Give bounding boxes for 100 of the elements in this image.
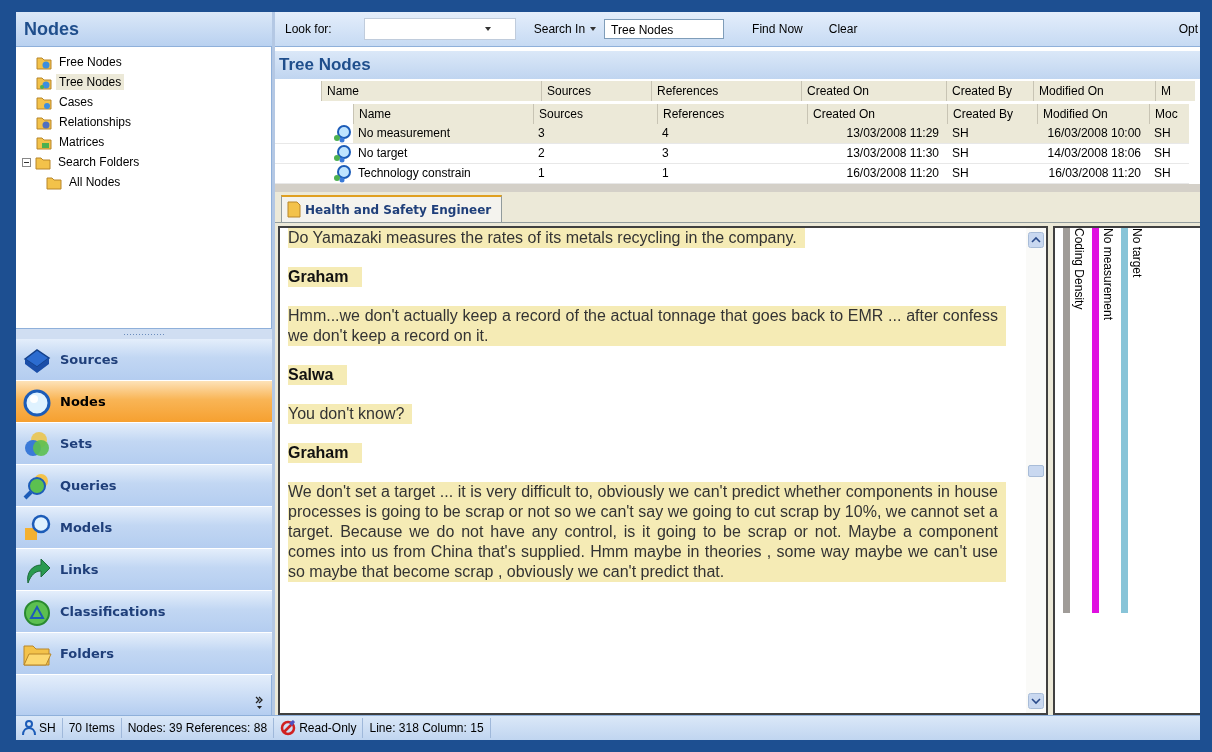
- table-row[interactable]: Technology constrain 1 1 16/03/2008 11:20 SH 16/03/2008 11:20 SH: [275, 164, 1200, 184]
- list-title: Tree Nodes: [275, 51, 1200, 79]
- table-cell: 2: [533, 144, 657, 164]
- column-header[interactable]: References: [651, 81, 801, 101]
- scope-field[interactable]: Tree Nodes: [604, 19, 725, 39]
- table-cell: SH: [1149, 144, 1189, 164]
- tree-item[interactable]: All Nodes: [66, 174, 124, 190]
- toolbar-button[interactable]: Clear: [828, 22, 858, 36]
- speaker-name: Graham: [288, 443, 363, 463]
- tree-item[interactable]: Free Nodes: [56, 54, 125, 70]
- scroll-thumb[interactable]: [1028, 464, 1044, 477]
- column-header[interactable]: Sources: [533, 104, 657, 124]
- shapes-icon: [22, 512, 52, 543]
- toolbar-button[interactable]: Opt: [1178, 22, 1200, 36]
- speaker-name: Graham: [288, 267, 363, 287]
- no-edit-icon: [280, 720, 297, 736]
- table-cell: SH: [947, 124, 1037, 144]
- user-name: SH: [39, 721, 56, 735]
- stripe-label: No target: [1129, 228, 1144, 280]
- nav-button[interactable]: Sources: [16, 339, 272, 381]
- tree-item[interactable]: Search Folders: [55, 154, 143, 170]
- transcript-text: You don't know?: [288, 404, 413, 424]
- coding-stripe[interactable]: [1063, 228, 1070, 613]
- scroll-down-icon[interactable]: [1028, 693, 1044, 709]
- table-row[interactable]: No measurement 3 4 13/03/2008 11:29 SH 16/03/2008 10:00 SH: [275, 124, 1200, 144]
- tree-item[interactable]: Matrices: [56, 134, 108, 150]
- table-cell: 3: [657, 144, 807, 164]
- tree-item[interactable]: Relationships: [56, 114, 135, 130]
- scroll-up-icon[interactable]: [1028, 232, 1044, 248]
- cursor-position: Line: 318 Column: 15: [369, 721, 484, 735]
- table-cell: Technology constrain: [353, 164, 533, 184]
- table-cell: SH: [1149, 164, 1189, 184]
- folder-icon: [36, 94, 52, 110]
- user-icon: [22, 720, 36, 736]
- column-header[interactable]: Name: [353, 104, 533, 124]
- column-header[interactable]: Created On: [807, 104, 947, 124]
- table-cell: SH: [1149, 124, 1189, 144]
- table-cell: No target: [353, 144, 533, 164]
- search-in-menu[interactable]: Search In: [533, 22, 597, 36]
- tree-item[interactable]: Tree Nodes: [56, 74, 125, 90]
- dropdown-icon: [590, 27, 597, 31]
- coding-stripe[interactable]: [1092, 228, 1099, 613]
- node-icon: [333, 144, 351, 163]
- folder-icon: [35, 154, 51, 170]
- column-header[interactable]: References: [657, 104, 807, 124]
- toolbar-button[interactable]: Find Now: [752, 22, 803, 36]
- search-label: Look for:: [285, 22, 332, 36]
- table-cell: 16/03/2008 11:20: [807, 164, 947, 184]
- transcript-text: Hmm...we don't actually keep a record of the actual tonnage that goes back to EMR ... after confess we don't keep a record on it.: [288, 306, 1006, 346]
- read-only-status: Read-Only: [299, 721, 357, 735]
- stripe-label: No measurement: [1100, 228, 1115, 323]
- folder-icon: [36, 134, 52, 150]
- stripe-label: Coding Density: [1071, 228, 1086, 312]
- tree-item[interactable]: Cases: [56, 94, 96, 110]
- folder-icon: [36, 54, 52, 70]
- nav-button[interactable]: Folders: [16, 633, 272, 675]
- transcript-text: We don't set a target ... it is very difficult to, obviously we can't predict whether components in house processes is going to be scrap or not so we can't say we going to cut scrap by 10%, we cannot set a target. Because we do not have any control, is it going to be scrap or not. Maybe a component comes into us from China that's supplied. Hmm maybe in theories , some way maybe we can't use so maybe that become scrap , obviously we can't predict that.: [288, 482, 1006, 582]
- chevron-icon[interactable]: [255, 696, 263, 709]
- node-icon: [333, 124, 351, 143]
- nav-button[interactable]: Models: [16, 507, 272, 549]
- column-header[interactable]: Created By: [947, 104, 1037, 124]
- column-header[interactable]: Modified On: [1037, 104, 1149, 124]
- table-cell: 16/03/2008 11:20: [1037, 164, 1149, 184]
- table-cell: 1: [533, 164, 657, 184]
- column-header[interactable]: Created By: [946, 81, 1033, 101]
- item-count: 70 Items: [68, 721, 115, 735]
- table-cell: 1: [657, 164, 807, 184]
- table-cell: SH: [947, 164, 1037, 184]
- column-header[interactable]: Modified On: [1033, 81, 1155, 101]
- panel-title: Nodes: [16, 12, 272, 47]
- table-cell: No measurement: [353, 124, 533, 144]
- table-cell: 4: [657, 124, 807, 144]
- document-icon: [286, 201, 302, 218]
- node-icon: [333, 164, 351, 183]
- folder-icon: [46, 174, 62, 190]
- nav-button[interactable]: Classifications: [16, 591, 272, 633]
- nav-button[interactable]: Nodes: [16, 381, 272, 423]
- collapse-icon[interactable]: [22, 157, 31, 167]
- nav-button[interactable]: Queries: [16, 465, 272, 507]
- column-header[interactable]: Name: [321, 81, 541, 101]
- folder-icon: [36, 74, 52, 90]
- column-header[interactable]: Created On: [801, 81, 946, 101]
- coding-stripe[interactable]: [1121, 228, 1128, 613]
- grip-icon: [124, 332, 164, 336]
- table-cell: SH: [947, 144, 1037, 164]
- document-tab[interactable]: Health and Safety Engineer: [281, 195, 503, 222]
- nav-button[interactable]: Links: [16, 549, 272, 591]
- folder-icon: [36, 114, 52, 130]
- table-cell: 14/03/2008 18:06: [1037, 144, 1149, 164]
- dropdown-icon: [484, 27, 491, 31]
- search-combo[interactable]: [363, 18, 516, 40]
- column-header[interactable]: Moc: [1149, 104, 1189, 124]
- table-row[interactable]: No target 2 3 13/03/2008 11:30 SH 14/03/2008 18:06 SH: [275, 144, 1200, 164]
- table-cell: 3: [533, 124, 657, 144]
- table-cell: 13/03/2008 11:30: [807, 144, 947, 164]
- column-header[interactable]: Sources: [541, 81, 651, 101]
- speaker-name: Salwa: [288, 365, 348, 385]
- transcript-text: Do Yamazaki measures the rates of its metals recycling in the company.: [288, 228, 805, 248]
- nav-button[interactable]: Sets: [16, 423, 272, 465]
- column-header[interactable]: M: [1155, 81, 1195, 101]
